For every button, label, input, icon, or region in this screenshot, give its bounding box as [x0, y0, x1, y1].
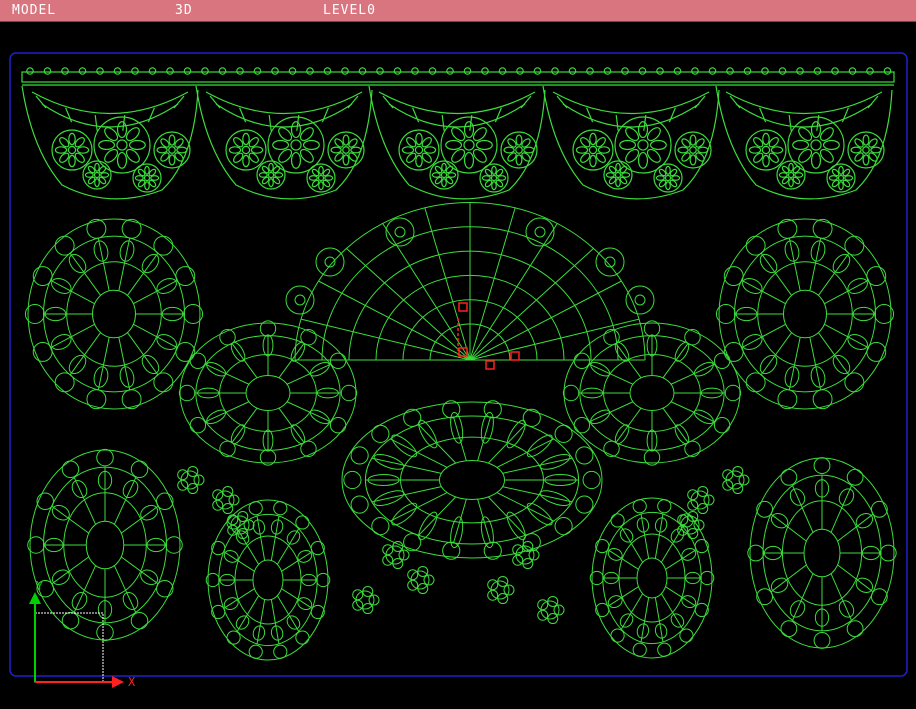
lace-motif-left-wing[interactable]: [178, 320, 358, 466]
lace-border-strip[interactable]: [21, 67, 895, 200]
lace-wreath-left[interactable]: [205, 499, 331, 661]
lace-motif-center-oval[interactable]: [341, 400, 603, 560]
lace-fan-center[interactable]: [285, 202, 655, 361]
lace-medallion-left[interactable]: [24, 218, 204, 410]
lace-corner-left[interactable]: [27, 448, 183, 642]
lace-medallion-right[interactable]: [715, 218, 895, 410]
level-indicator[interactable]: LEVEL0: [323, 3, 376, 18]
view-mode-indicator[interactable]: 3D: [175, 3, 193, 18]
x-axis-arrow-icon: [112, 676, 124, 688]
ucs-y-label: Y: [36, 579, 44, 593]
ucs-box: [34, 612, 104, 683]
space-indicator[interactable]: MODEL: [12, 3, 56, 18]
status-bar: MODEL 3D LEVEL0: [0, 0, 916, 22]
drawing-canvas[interactable]: Y X: [0, 22, 916, 709]
lace-corner-right[interactable]: [747, 457, 897, 649]
ucs-x-label: X: [128, 675, 136, 689]
